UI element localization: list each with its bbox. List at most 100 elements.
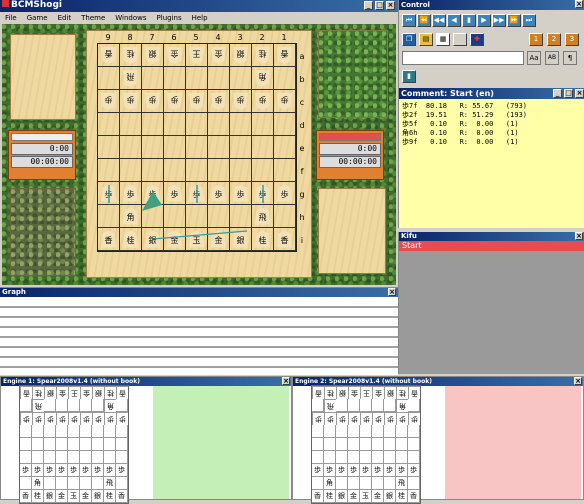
mini-square bbox=[312, 438, 324, 451]
blank-icon[interactable] bbox=[453, 33, 467, 46]
engine1-close-button[interactable]: × bbox=[282, 377, 290, 385]
menu-game[interactable]: Game bbox=[27, 14, 48, 22]
rank-label: g bbox=[299, 190, 305, 199]
mini-square: 歩 bbox=[324, 464, 336, 477]
mini-square bbox=[312, 425, 324, 438]
nav-button-2[interactable]: ◀◀ bbox=[432, 14, 446, 27]
script-button[interactable]: ¶ bbox=[563, 51, 577, 65]
mini-square bbox=[92, 438, 104, 451]
kifu-close-button[interactable]: × bbox=[575, 232, 583, 240]
mini-square: 歩 bbox=[408, 412, 420, 425]
close-button[interactable]: × bbox=[386, 1, 395, 10]
nav-button-3[interactable]: ◀ bbox=[447, 14, 461, 27]
mini-square bbox=[44, 438, 56, 451]
nav-button-4[interactable]: ▮ bbox=[462, 14, 476, 27]
mini-square bbox=[336, 477, 348, 490]
board-icon[interactable]: ▦ bbox=[436, 33, 450, 46]
mini-square bbox=[44, 425, 56, 438]
engine2-board: 香桂銀金王金銀桂香飛角歩歩歩歩歩歩歩歩歩歩歩歩歩歩歩歩歩歩角飛香桂銀金玉金銀桂香 bbox=[311, 385, 421, 504]
control-close-button[interactable]: × bbox=[575, 0, 583, 8]
mini-square bbox=[20, 425, 32, 438]
mini-square: 歩 bbox=[20, 412, 32, 425]
mini-square bbox=[360, 451, 372, 464]
engine2-icon[interactable]: 2 bbox=[547, 33, 561, 46]
mini-square: 歩 bbox=[32, 464, 44, 477]
file-label: 3 bbox=[237, 33, 243, 42]
mini-square bbox=[348, 438, 360, 451]
mini-square bbox=[360, 477, 372, 490]
menu-theme[interactable]: Theme bbox=[81, 14, 105, 22]
rank-label: i bbox=[300, 236, 304, 245]
mini-square bbox=[92, 451, 104, 464]
mini-square bbox=[408, 477, 420, 490]
mini-square bbox=[20, 451, 32, 464]
mini-square: 歩 bbox=[336, 412, 348, 425]
nav-button-1[interactable]: ⏪ bbox=[417, 14, 431, 27]
menu-plugins[interactable]: Plugins bbox=[157, 14, 182, 22]
ab-button[interactable]: AB bbox=[545, 51, 559, 65]
control-title: Control bbox=[399, 0, 584, 10]
menu-help[interactable]: Help bbox=[192, 14, 208, 22]
engine1-output bbox=[153, 386, 289, 499]
nav-button-6[interactable]: ▶▶ bbox=[492, 14, 506, 27]
menu-windows[interactable]: Windows bbox=[115, 14, 146, 22]
right-move-time: 0:00 bbox=[319, 143, 381, 155]
mini-square bbox=[348, 451, 360, 464]
file-label: 1 bbox=[281, 33, 287, 42]
mini-square: 銀 bbox=[92, 490, 104, 503]
mini-square: 香 bbox=[20, 386, 32, 399]
nav-button-8[interactable]: ⏭ bbox=[522, 14, 536, 27]
mini-square bbox=[80, 451, 92, 464]
nav-button-7[interactable]: ⏩ bbox=[507, 14, 521, 27]
mini-square: 歩 bbox=[336, 464, 348, 477]
engine3-icon[interactable]: 3 bbox=[565, 33, 579, 46]
engine-toggle-button[interactable]: ▮ bbox=[402, 70, 416, 83]
mini-square bbox=[408, 399, 420, 412]
mini-square: 銀 bbox=[336, 386, 348, 399]
open-icon[interactable]: ▤ bbox=[419, 33, 433, 46]
copy-icon[interactable]: ❐ bbox=[402, 33, 416, 46]
mini-square: 歩 bbox=[80, 412, 92, 425]
engine1-window: Engine 1: Spear2008v1.4 (without book) ×… bbox=[0, 376, 292, 504]
mini-square: 玉 bbox=[68, 490, 80, 503]
engine2-close-button[interactable]: × bbox=[574, 377, 582, 385]
mini-square: 桂 bbox=[32, 386, 44, 399]
mini-square: 桂 bbox=[324, 490, 336, 503]
shogi-board: 987654321 abcdefghi 香桂銀金王金銀桂香飛角歩歩歩歩歩歩歩歩歩… bbox=[86, 30, 312, 278]
mini-square: 角 bbox=[104, 399, 116, 412]
mini-square bbox=[104, 425, 116, 438]
mini-square: 銀 bbox=[92, 386, 104, 399]
rank-label: b bbox=[299, 75, 305, 84]
comment-max-button[interactable]: □ bbox=[564, 89, 573, 98]
rank-label: a bbox=[299, 52, 305, 61]
mini-square: 香 bbox=[408, 386, 420, 399]
minimize-button[interactable]: _ bbox=[364, 1, 373, 10]
mini-square bbox=[80, 438, 92, 451]
search-input[interactable] bbox=[402, 51, 524, 65]
menu-file[interactable]: File bbox=[5, 14, 17, 22]
gote-hand-tray-right bbox=[318, 30, 388, 118]
comment-min-button[interactable]: _ bbox=[553, 89, 562, 98]
mini-square bbox=[20, 477, 32, 490]
sente-hand-tray-left bbox=[10, 188, 76, 276]
mini-square bbox=[116, 438, 128, 451]
mini-square: 桂 bbox=[104, 490, 116, 503]
left-clock: 0:00 00:00:00 bbox=[8, 130, 76, 180]
menu-edit[interactable]: Edit bbox=[58, 14, 72, 22]
mini-square bbox=[408, 425, 420, 438]
mini-square bbox=[372, 451, 384, 464]
eval-graph bbox=[0, 306, 398, 368]
mini-square bbox=[372, 438, 384, 451]
nav-button-5[interactable]: ▶ bbox=[477, 14, 491, 27]
comment-close-button[interactable]: × bbox=[575, 89, 584, 98]
mini-square bbox=[116, 477, 128, 490]
flag-uk-icon[interactable]: ✚ bbox=[470, 33, 484, 46]
font-button[interactable]: Aa bbox=[527, 51, 541, 65]
mini-square: 歩 bbox=[68, 412, 80, 425]
nav-button-0[interactable]: ⏮ bbox=[402, 14, 416, 27]
maximize-button[interactable]: □ bbox=[375, 1, 384, 10]
kifu-item-start[interactable]: Start bbox=[399, 241, 584, 251]
graph-close-button[interactable]: × bbox=[388, 288, 396, 296]
engine1-icon[interactable]: 1 bbox=[529, 33, 543, 46]
mini-square: 王 bbox=[360, 386, 372, 399]
